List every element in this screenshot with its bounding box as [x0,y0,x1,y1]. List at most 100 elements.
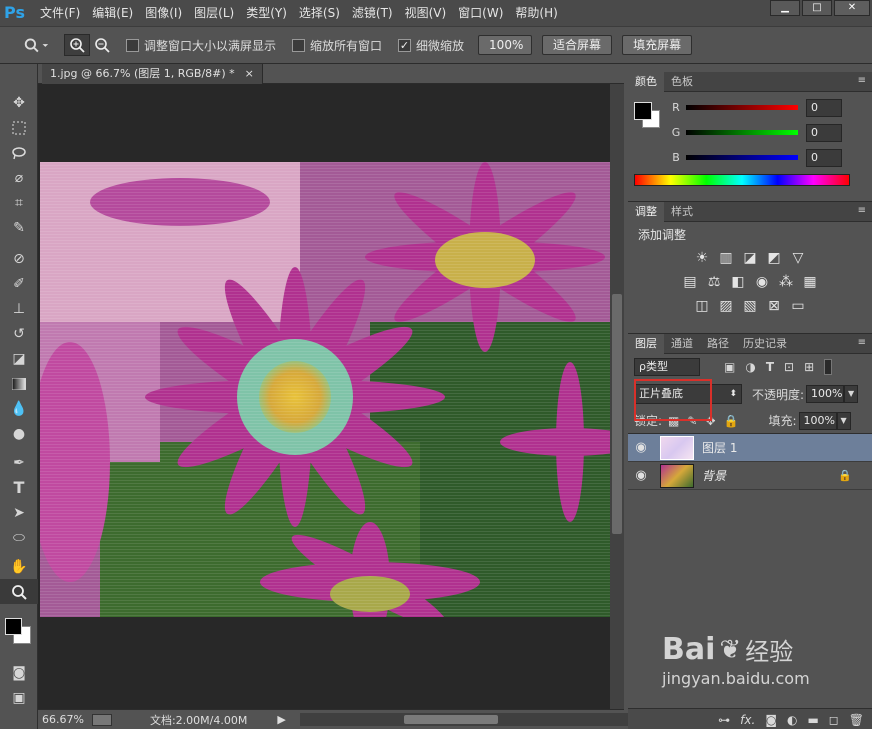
horizontal-scrollbar[interactable] [300,713,630,726]
blur-tool-icon[interactable]: 💧 [0,396,38,421]
quick-select-tool-icon[interactable]: ⌀ [0,165,38,190]
menu-help[interactable]: 帮助(H) [509,0,563,26]
lock-all-icon[interactable]: 🔒 [724,414,739,428]
lasso-tool-icon[interactable] [0,140,38,165]
exposure-icon[interactable]: ◩ [765,249,783,267]
image-canvas[interactable] [40,162,610,617]
pen-tool-icon[interactable]: ✒ [0,450,38,475]
photo-filter-icon[interactable]: ◉ [753,273,771,291]
menu-filter[interactable]: 滤镜(T) [346,0,399,26]
panel-menu-icon[interactable]: ≡ [858,205,866,216]
delete-layer-icon[interactable]: 🗑 [849,713,864,727]
menu-edit[interactable]: 编辑(E) [86,0,139,26]
curves-icon[interactable]: ◪ [741,249,759,267]
tab-history[interactable]: 历史记录 [736,334,794,354]
menu-layer[interactable]: 图层(L) [188,0,240,26]
document-tab-close-icon[interactable]: × [245,64,254,84]
tab-adjustments[interactable]: 调整 [628,201,664,222]
menu-window[interactable]: 窗口(W) [452,0,509,26]
hue-saturation-icon[interactable]: ▤ [681,273,699,291]
green-track[interactable] [686,130,798,135]
panel-menu-icon[interactable]: ≡ [858,337,866,348]
layer-row-background[interactable]: ◉ 背景 🔒 [628,462,872,490]
vertical-scroll-thumb[interactable] [612,294,622,534]
document-tab[interactable]: 1.jpg @ 66.7% (图层 1, RGB/8#) * × [42,64,263,84]
screen-mode-icon[interactable]: ▣ [0,685,38,710]
menu-type[interactable]: 类型(Y) [240,0,293,26]
gradient-map-icon[interactable]: ▭ [789,297,807,315]
visibility-eye-icon[interactable]: ◉ [628,468,654,483]
threshold-icon[interactable]: ▧ [741,297,759,315]
new-layer-icon[interactable]: ◻ [829,713,839,727]
zoom-out-icon[interactable] [90,34,114,56]
type-tool-icon[interactable]: T [0,475,38,500]
panel-foreground-swatch[interactable] [634,102,652,120]
tab-color[interactable]: 颜色 [628,71,664,92]
tab-swatches[interactable]: 色板 [664,72,700,92]
layer-style-icon[interactable]: fx. [740,713,755,727]
tab-paths[interactable]: 路径 [700,334,736,354]
vertical-scrollbar[interactable] [610,84,624,709]
status-menu-arrow-icon[interactable]: ▶ [277,713,285,726]
move-tool-icon[interactable]: ✥ [0,90,38,115]
filter-pixel-icon[interactable]: ▣ [724,360,735,374]
ellipse-tool-icon[interactable]: ⬭ [0,525,38,550]
menu-image[interactable]: 图像(I) [139,0,188,26]
filter-type-icon[interactable]: T [766,360,774,374]
close-button[interactable]: ✕ [834,0,870,16]
invert-icon[interactable]: ◫ [693,297,711,315]
opacity-dropdown-icon[interactable]: ▼ [844,385,859,403]
layer-mask-icon[interactable]: ◙ [765,713,777,727]
minimize-button[interactable]: ▁ [770,0,800,16]
quick-mask-icon[interactable]: ◙ [0,660,38,685]
menu-view[interactable]: 视图(V) [399,0,453,26]
status-info-icon[interactable] [91,713,112,726]
visibility-eye-icon[interactable]: ◉ [628,440,654,455]
posterize-icon[interactable]: ▨ [717,297,735,315]
red-value[interactable]: 0 [806,98,842,117]
layer-filter-select[interactable]: ρ类型 [634,358,700,376]
checkbox-box[interactable] [126,38,139,52]
maximize-button[interactable]: □ [802,0,832,16]
vibrance-icon[interactable]: ▽ [789,249,807,267]
filter-smart-icon[interactable]: ⊞ [804,360,814,374]
menu-select[interactable]: 选择(S) [293,0,346,26]
adjustment-layer-icon[interactable]: ◐ [787,713,797,727]
tab-channels[interactable]: 通道 [664,334,700,354]
filter-shape-icon[interactable]: ⊡ [784,360,794,374]
red-track[interactable] [686,105,798,110]
green-value[interactable]: 0 [806,123,842,142]
scrubby-zoom-checkbox[interactable]: ✓ 细微缩放 [398,37,464,54]
selective-color-icon[interactable]: ⊠ [765,297,783,315]
eraser-tool-icon[interactable]: ◪ [0,346,38,371]
zoom-tool-icon[interactable] [0,579,38,604]
path-select-tool-icon[interactable]: ➤ [0,500,38,525]
opacity-input[interactable]: 100% [806,385,845,403]
color-balance-icon[interactable]: ⚖ [705,273,723,291]
crop-tool-icon[interactable]: ⌗ [0,190,38,215]
gradient-tool-icon[interactable] [0,371,38,396]
menu-file[interactable]: 文件(F) [34,0,86,26]
fill-dropdown-icon[interactable]: ▼ [836,411,851,430]
filter-adjust-icon[interactable]: ◑ [745,360,755,374]
marquee-tool-icon[interactable] [0,115,38,140]
background-layer-name[interactable]: 背景 [702,467,726,484]
black-white-icon[interactable]: ◧ [729,273,747,291]
layer1-name[interactable]: 图层 1 [702,439,737,456]
zoom-100-button[interactable]: 100% [478,35,533,55]
healing-brush-tool-icon[interactable]: ⊘ [0,246,38,271]
fill-input[interactable]: 100% [798,411,837,430]
layer-row-layer1[interactable]: ◉ 图层 1 [628,434,872,462]
link-layers-icon[interactable]: ⊶ [718,713,730,727]
horizontal-scroll-thumb[interactable] [404,715,498,724]
checkbox-checked-box[interactable]: ✓ [398,38,412,52]
fit-screen-button[interactable]: 适合屏幕 [542,35,613,55]
checkbox-box[interactable] [292,38,306,52]
zoom-tool-preset-icon[interactable] [18,34,54,56]
brightness-icon[interactable]: ☀ [693,249,711,267]
dodge-tool-icon[interactable]: ● [0,421,38,446]
levels-icon[interactable]: ▥ [717,249,735,267]
foreground-color-swatch[interactable] [5,618,22,635]
zoom-all-windows-checkbox[interactable]: 缩放所有窗口 [292,37,382,54]
resize-windows-checkbox[interactable]: 调整窗口大小以满屏显示 [126,37,276,54]
